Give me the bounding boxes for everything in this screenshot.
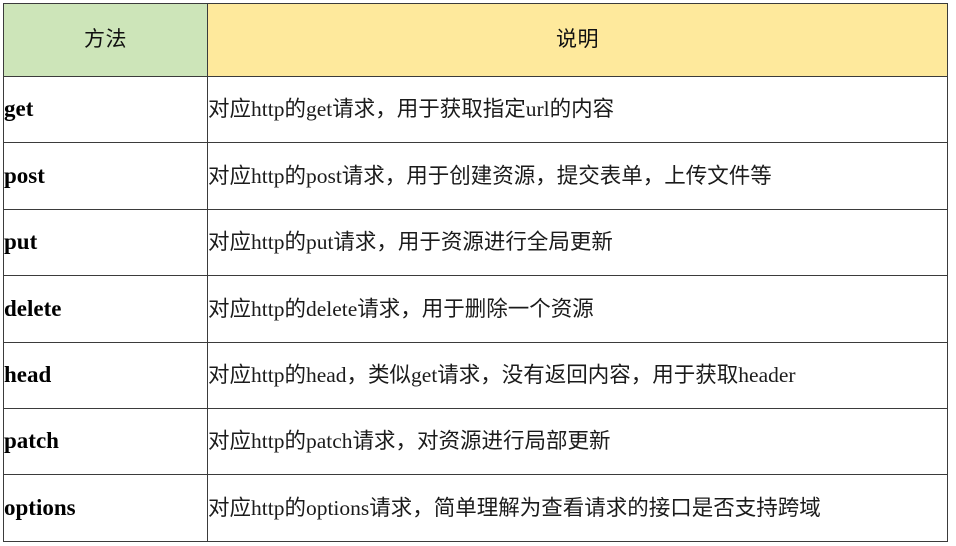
method-description: 对应http的patch请求，对资源进行局部更新 [208, 429, 611, 454]
method-name: post [4, 162, 45, 188]
cell-description: 对应http的get请求，用于获取指定url的内容 [207, 75, 948, 144]
table-row: delete 对应http的delete请求，用于删除一个资源 [3, 275, 948, 343]
method-description: 对应http的head，类似get请求，没有返回内容，用于获取header [208, 362, 796, 387]
method-description: 对应http的put请求，用于资源进行全局更新 [208, 230, 613, 255]
table-row: put 对应http的put请求，用于资源进行全局更新 [3, 208, 948, 277]
cell-description: 对应http的patch请求，对资源进行局部更新 [207, 407, 948, 476]
page-root: 方法 说明 get 对应http的get请求，用于获取指定url的内容 post… [0, 0, 956, 546]
column-header-method: 方法 [3, 3, 208, 77]
column-header-method-label: 方法 [84, 27, 127, 52]
method-description: 对应http的options请求，简单理解为查看请求的接口是否支持跨域 [208, 495, 821, 520]
method-name: delete [4, 295, 62, 321]
table-header: 方法 说明 [3, 3, 948, 77]
cell-method: get [3, 75, 208, 144]
table-row: get 对应http的get请求，用于获取指定url的内容 [3, 75, 948, 144]
cell-description: 对应http的post请求，用于创建资源，提交表单，上传文件等 [207, 142, 948, 210]
method-description: 对应http的post请求，用于创建资源，提交表单，上传文件等 [208, 163, 772, 188]
cell-method: options [3, 474, 208, 542]
cell-description: 对应http的put请求，用于资源进行全局更新 [207, 208, 948, 277]
method-description: 对应http的delete请求，用于删除一个资源 [208, 296, 594, 321]
http-methods-table: 方法 说明 get 对应http的get请求，用于获取指定url的内容 post… [3, 3, 948, 542]
table-row: options 对应http的options请求，简单理解为查看请求的接口是否支… [3, 474, 948, 542]
method-name: options [4, 494, 76, 520]
cell-description: 对应http的head，类似get请求，没有返回内容，用于获取header [207, 341, 948, 409]
table-row: post 对应http的post请求，用于创建资源，提交表单，上传文件等 [3, 142, 948, 210]
method-name: patch [4, 428, 59, 454]
method-name: get [4, 96, 34, 122]
cell-description: 对应http的delete请求，用于删除一个资源 [207, 275, 948, 343]
column-header-description-label: 说明 [556, 27, 599, 52]
cell-description: 对应http的options请求，简单理解为查看请求的接口是否支持跨域 [207, 474, 948, 542]
table-body: get 对应http的get请求，用于获取指定url的内容 post 对应htt… [3, 75, 948, 542]
cell-method: head [3, 341, 208, 409]
cell-method: put [3, 208, 208, 277]
method-description: 对应http的get请求，用于获取指定url的内容 [208, 97, 615, 122]
table-row: patch 对应http的patch请求，对资源进行局部更新 [3, 407, 948, 476]
http-methods-table-wrapper: 方法 说明 get 对应http的get请求，用于获取指定url的内容 post… [3, 3, 948, 542]
table-header-row: 方法 说明 [3, 3, 948, 77]
cell-method: post [3, 142, 208, 210]
method-name: head [4, 362, 52, 388]
cell-method: delete [3, 275, 208, 343]
column-header-description: 说明 [207, 3, 948, 77]
table-row: head 对应http的head，类似get请求，没有返回内容，用于获取head… [3, 341, 948, 409]
cell-method: patch [3, 407, 208, 476]
method-name: put [4, 229, 38, 255]
